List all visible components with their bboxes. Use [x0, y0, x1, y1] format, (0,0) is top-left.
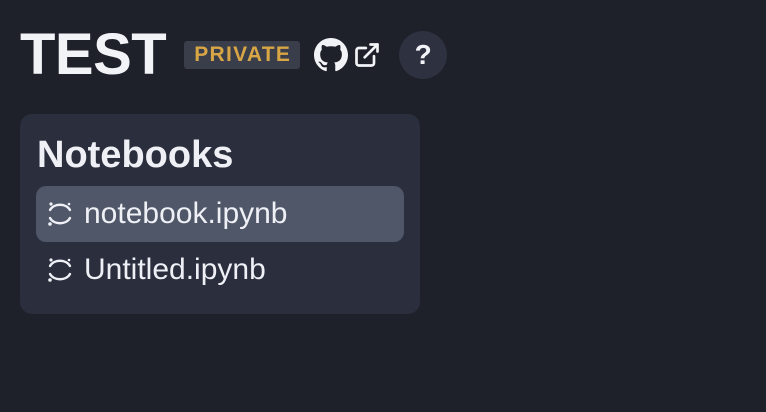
jupyter-icon [46, 256, 74, 284]
notebooks-panel: Notebooks notebook.ipynb Untitled.ipynb [20, 114, 420, 314]
jupyter-icon [46, 200, 74, 228]
notebooks-heading: Notebooks [37, 134, 234, 176]
project-title: TEST [20, 22, 167, 87]
github-icon[interactable] [314, 38, 349, 72]
notebook-name: notebook.ipynb [84, 197, 288, 230]
project-header: TEST PRIVATE ? [20, 22, 448, 88]
help-button[interactable]: ? [399, 31, 448, 79]
question-icon: ? [414, 39, 432, 70]
notebook-list-item[interactable]: Untitled.ipynb [36, 242, 404, 298]
external-link-icon[interactable] [353, 41, 381, 69]
visibility-badge: PRIVATE [184, 41, 301, 69]
notebook-name: Untitled.ipynb [84, 253, 266, 286]
notebook-list-item[interactable]: notebook.ipynb [36, 186, 404, 242]
